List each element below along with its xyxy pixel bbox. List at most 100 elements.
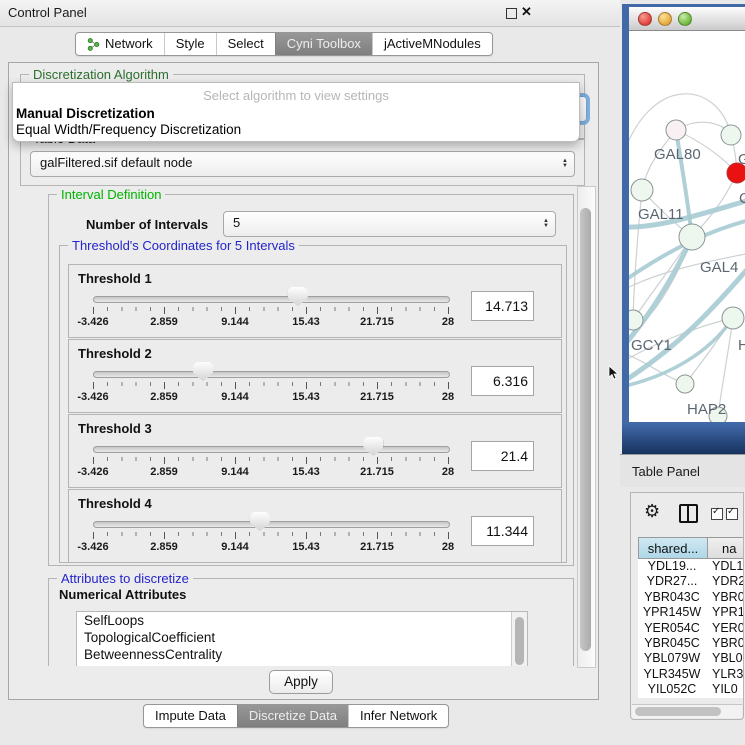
tab-impute-data-label: Impute Data: [155, 705, 226, 727]
threshold-2-label: Threshold 2: [78, 346, 152, 361]
tab-impute-data[interactable]: Impute Data: [144, 705, 237, 727]
algorithm-option-equal-width[interactable]: Equal Width/Frequency Discretization: [16, 122, 241, 137]
checkbox-icon[interactable]: [726, 508, 738, 520]
threshold-4-slider-track[interactable]: [93, 521, 450, 528]
tab-jactivemnodules[interactable]: jActiveMNodules: [372, 33, 492, 55]
list-item[interactable]: BetweennessCentrality: [77, 646, 527, 663]
column-header-shared[interactable]: shared...: [638, 537, 708, 559]
tab-select-label: Select: [228, 33, 264, 55]
table-row[interactable]: YBL079WYBL0: [638, 651, 744, 666]
node-hap2[interactable]: [676, 375, 694, 393]
tick-label: 21.715: [355, 541, 399, 553]
tick-label: 9.144: [213, 391, 257, 403]
tab-style-label: Style: [176, 33, 205, 55]
table-row[interactable]: YDR27...YDR2: [638, 574, 744, 589]
zoom-window-icon[interactable]: [678, 12, 692, 26]
gear-icon[interactable]: ⚙: [644, 501, 660, 522]
tick-label: 9.144: [213, 316, 257, 328]
threshold-2-slider-track[interactable]: [93, 371, 450, 378]
node-label-gcy1: GCY1: [631, 337, 672, 354]
table-row[interactable]: YBR043CYBR0: [638, 590, 744, 605]
tick-label: 2.859: [142, 316, 186, 328]
table-horizontal-scrollbar[interactable]: [632, 704, 742, 718]
checkbox-icon[interactable]: [711, 508, 723, 520]
threshold-2-panel: Threshold 2 -3.426 2.859 9.144 15.43 21.…: [68, 339, 562, 413]
tick-label: 28: [426, 391, 470, 403]
tick-label: 9.144: [213, 541, 257, 553]
bottom-tab-bar: Impute Data Discretize Data Infer Networ…: [143, 704, 449, 728]
threshold-2-value-field[interactable]: 6.316: [471, 366, 534, 396]
table-data-selected-value: galFiltered.sif default node: [40, 152, 192, 174]
list-item[interactable]: SelfLoops: [77, 612, 527, 629]
discretization-algorithm-group-title: Discretization Algorithm: [29, 67, 173, 82]
control-panel-title: Control Panel: [8, 5, 87, 20]
tab-cyni-toolbox[interactable]: Cyni Toolbox: [275, 33, 372, 55]
threshold-4-value-field[interactable]: 11.344: [471, 516, 534, 546]
node-partial-g[interactable]: [721, 125, 741, 145]
table-data-stepper-icon: ▲▼: [562, 159, 568, 169]
attributes-list-scrollbar[interactable]: [511, 612, 527, 666]
threshold-1-label: Threshold 1: [78, 271, 152, 286]
network-window-titlebar[interactable]: [629, 7, 745, 31]
threshold-4-slider-thumb[interactable]: [250, 512, 270, 531]
tab-discretize-data[interactable]: Discretize Data: [237, 705, 348, 727]
table-data-select[interactable]: galFiltered.sif default node ▲▼: [30, 151, 575, 177]
mouse-cursor: [608, 366, 620, 380]
tick-label: 28: [426, 466, 470, 478]
tick-label: 15.43: [284, 391, 328, 403]
tick-label: 15.43: [284, 466, 328, 478]
table-row[interactable]: YER054CYER0: [638, 621, 744, 636]
settings-vertical-scrollbar[interactable]: [577, 186, 596, 668]
float-panel-icon[interactable]: [506, 8, 517, 19]
table-row[interactable]: YLR345WYLR3: [638, 667, 744, 682]
node-gal4[interactable]: [679, 224, 705, 250]
threshold-1-ticks: [93, 307, 449, 311]
tab-network-label: Network: [105, 33, 153, 55]
list-item[interactable]: TopologicalCoefficient: [77, 629, 527, 646]
minimize-window-icon[interactable]: [658, 12, 672, 26]
tick-label: 15.43: [284, 316, 328, 328]
node-gal11[interactable]: [631, 179, 653, 201]
algorithm-dropdown-popup: Select algorithm to view settings Manual…: [12, 82, 580, 142]
network-canvas[interactable]: GAL80 GA C GAL11 GAL4 GCY1 H HAP2: [629, 31, 745, 422]
threshold-2-slider-thumb[interactable]: [193, 362, 213, 381]
tick-label: 28: [426, 541, 470, 553]
table-row[interactable]: YPR145WYPR1: [638, 605, 744, 620]
threshold-3-slider-thumb[interactable]: [363, 437, 383, 456]
node-partial-h[interactable]: [722, 307, 744, 329]
numerical-attributes-list[interactable]: SelfLoops TopologicalCoefficient Between…: [76, 611, 528, 666]
scrollbar-thumb[interactable]: [635, 707, 721, 716]
column-header-name[interactable]: na: [707, 537, 744, 559]
tick-label: 2.859: [142, 466, 186, 478]
threshold-1-slider-track[interactable]: [93, 296, 450, 303]
table-row[interactable]: YDL19...YDL1: [638, 559, 744, 574]
threshold-3-value-field[interactable]: 21.4: [471, 441, 534, 471]
algorithm-option-manual[interactable]: Manual Discretization: [16, 106, 155, 121]
node-gal80[interactable]: [666, 120, 686, 140]
tick-label: 21.715: [355, 316, 399, 328]
table-row[interactable]: YIL052CYIL0: [638, 682, 744, 697]
tab-discretize-data-label: Discretize Data: [249, 705, 337, 727]
table-row[interactable]: YBR045CYBR0: [638, 636, 744, 651]
close-window-icon[interactable]: [638, 12, 652, 26]
node-label-gal4: GAL4: [700, 259, 738, 276]
threshold-3-slider-track[interactable]: [93, 446, 450, 453]
number-of-intervals-select[interactable]: 5 ▲▼: [223, 211, 556, 237]
tab-network[interactable]: Network: [76, 33, 164, 55]
tick-label: -3.426: [71, 541, 115, 553]
scrollbar-thumb[interactable]: [580, 208, 591, 651]
tick-label: 21.715: [355, 391, 399, 403]
tick-label: 21.715: [355, 466, 399, 478]
tab-infer-network[interactable]: Infer Network: [348, 705, 448, 727]
attributes-group-title: Attributes to discretize: [57, 571, 193, 586]
split-view-icon[interactable]: [679, 504, 698, 523]
tab-style[interactable]: Style: [164, 33, 216, 55]
threshold-4-ticks: [93, 532, 449, 536]
settings-scroll-area: Interval Definition Number of Intervals …: [14, 186, 577, 666]
apply-button[interactable]: Apply: [269, 670, 333, 694]
threshold-1-slider-thumb[interactable]: [288, 287, 308, 306]
threshold-1-value-field[interactable]: 14.713: [471, 291, 534, 321]
tab-select[interactable]: Select: [216, 33, 275, 55]
close-panel-icon[interactable]: ✕: [521, 4, 532, 20]
network-window-bottom-frame: [622, 424, 745, 454]
